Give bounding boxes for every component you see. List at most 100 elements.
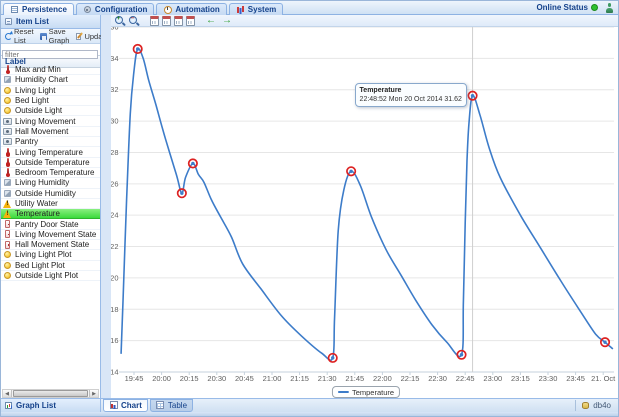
graph-list-panel-header[interactable]: Graph List bbox=[1, 398, 101, 412]
list-item-temperature[interactable]: Temperature bbox=[1, 209, 100, 219]
item-label: Bedroom Temperature bbox=[15, 168, 94, 177]
bulb-icon bbox=[3, 261, 12, 270]
list-item-bed-light[interactable]: Bed Light bbox=[1, 96, 100, 106]
y-axis-tick-label: 24 bbox=[111, 211, 119, 220]
panel-splitter[interactable] bbox=[101, 15, 111, 398]
horizontal-scrollbar[interactable]: ◀ ▶ bbox=[2, 389, 99, 398]
list-item-max-and-min[interactable]: Max and Min bbox=[1, 65, 100, 75]
item-label: Temperature bbox=[15, 209, 60, 218]
y-axis-tick-label: 22 bbox=[111, 242, 119, 251]
x-axis-tick-label: 21:15 bbox=[290, 374, 309, 383]
item-label: Outside Light bbox=[15, 106, 62, 115]
list-item-hall-movement-state[interactable]: Hall Movement State bbox=[1, 240, 100, 250]
item-label: Humidity Chart bbox=[15, 75, 68, 84]
list-item-living-movement-state[interactable]: Living Movement State bbox=[1, 230, 100, 240]
data-point-marker[interactable] bbox=[180, 192, 183, 195]
list-item-pantry[interactable]: Pantry bbox=[1, 137, 100, 147]
bottom-tab-table[interactable]: Table bbox=[150, 399, 193, 412]
list-item-living-temperature[interactable]: Living Temperature bbox=[1, 147, 100, 157]
item-label: Pantry Door State bbox=[15, 220, 79, 229]
tab-label: Persistence bbox=[22, 5, 67, 14]
motion-icon bbox=[3, 127, 12, 136]
list-item-living-humidity[interactable]: Living Humidity bbox=[1, 178, 100, 188]
x-axis-tick-label: 21:30 bbox=[318, 374, 337, 383]
calendar-month-icon[interactable] bbox=[173, 15, 183, 27]
data-point-marker[interactable] bbox=[331, 356, 334, 359]
tab-persistence[interactable]: Persistence bbox=[3, 3, 74, 16]
item-label: Max and Min bbox=[15, 65, 61, 74]
automation-icon bbox=[163, 5, 172, 14]
x-axis-tick-label: 23:15 bbox=[511, 374, 530, 383]
item-label: Living Light Plot bbox=[15, 250, 71, 259]
thermometer-icon bbox=[3, 168, 12, 177]
pan-left-icon[interactable]: ← bbox=[204, 15, 218, 27]
list-item-humidity-chart[interactable]: Humidity Chart bbox=[1, 75, 100, 85]
thermometer-icon bbox=[3, 148, 12, 157]
item-label: Outside Light Plot bbox=[15, 271, 78, 280]
calendar-week-icon[interactable] bbox=[161, 15, 171, 27]
item-list-icon bbox=[4, 17, 13, 26]
list-item-outside-humidity[interactable]: Outside Humidity bbox=[1, 189, 100, 199]
item-label: Hall Movement bbox=[15, 127, 68, 136]
calendar-day-icon[interactable] bbox=[149, 15, 159, 27]
y-axis-tick-label: 34 bbox=[111, 54, 119, 63]
list-item-pantry-door-state[interactable]: Pantry Door State bbox=[1, 219, 100, 229]
scroll-left-icon[interactable]: ◀ bbox=[3, 390, 12, 397]
bottom-tab-chart[interactable]: Chart bbox=[103, 399, 148, 412]
list-item-living-light-plot[interactable]: Living Light Plot bbox=[1, 250, 100, 260]
table-tab-icon bbox=[156, 401, 165, 410]
tab-label: Automation bbox=[175, 5, 219, 14]
x-axis-tick-label: 23:45 bbox=[566, 374, 585, 383]
bulb-icon bbox=[3, 96, 12, 105]
zoom-out-icon[interactable]: − bbox=[128, 15, 140, 27]
data-point-marker[interactable] bbox=[136, 47, 139, 50]
data-point-marker[interactable] bbox=[191, 162, 194, 165]
bulb-icon bbox=[3, 86, 12, 95]
legend-line-sample bbox=[338, 391, 349, 393]
list-item-outside-light[interactable]: Outside Light bbox=[1, 106, 100, 116]
pan-right-icon[interactable]: → bbox=[220, 15, 234, 27]
bulb-icon bbox=[3, 106, 12, 115]
refresh-icon bbox=[4, 32, 13, 41]
persistence-status: db4o bbox=[575, 400, 616, 411]
chart-legend[interactable]: Temperature bbox=[332, 386, 400, 398]
scroll-right-icon[interactable]: ▶ bbox=[89, 390, 98, 397]
list-item-living-movement[interactable]: Living Movement bbox=[1, 116, 100, 126]
list-item-outside-light-plot[interactable]: Outside Light Plot bbox=[1, 271, 100, 281]
database-label: db4o bbox=[593, 401, 611, 410]
application-window: PersistenceConfigurationAutomationSystem… bbox=[0, 0, 619, 417]
online-status: Online Status bbox=[536, 3, 598, 12]
save-icon bbox=[39, 32, 48, 41]
x-axis-tick-label: 20:00 bbox=[152, 374, 171, 383]
data-point-marker[interactable] bbox=[603, 341, 606, 344]
save-graph-button[interactable]: Save Graph bbox=[37, 26, 72, 46]
list-item-bedroom-temperature[interactable]: Bedroom Temperature bbox=[1, 168, 100, 178]
list-item-bed-light-plot[interactable]: Bed Light Plot bbox=[1, 261, 100, 271]
data-point-marker[interactable] bbox=[471, 94, 474, 97]
data-point-marker[interactable] bbox=[349, 170, 352, 173]
bottom-tab-label: Table bbox=[168, 401, 187, 410]
filter-row bbox=[1, 44, 100, 56]
button-label: Save Graph bbox=[49, 27, 70, 45]
update-icon bbox=[74, 32, 83, 41]
list-item-outside-temperature[interactable]: Outside Temperature bbox=[1, 158, 100, 168]
reset-list-button[interactable]: Reset List bbox=[2, 26, 36, 46]
x-axis-tick-label: 20:30 bbox=[207, 374, 226, 383]
scrollbar-thumb[interactable] bbox=[13, 390, 88, 397]
thermometer-icon bbox=[3, 65, 12, 74]
legend-label: Temperature bbox=[352, 388, 394, 397]
zoom-in-icon[interactable]: + bbox=[114, 15, 126, 27]
list-item-utility-water[interactable]: Utility Water bbox=[1, 199, 100, 209]
x-axis-tick-label: 22:45 bbox=[456, 374, 475, 383]
list-item-living-light[interactable]: Living Light bbox=[1, 86, 100, 96]
data-point-marker[interactable] bbox=[460, 353, 463, 356]
item-label: Living Temperature bbox=[15, 148, 83, 157]
list-item-hall-movement[interactable]: Hall Movement bbox=[1, 127, 100, 137]
user-icon[interactable] bbox=[604, 3, 614, 13]
y-axis-tick-label: 26 bbox=[111, 179, 119, 188]
calendar-year-icon[interactable] bbox=[185, 15, 195, 27]
x-axis-tick-label: 20:15 bbox=[180, 374, 199, 383]
humidity-icon bbox=[3, 178, 12, 187]
x-axis-tick-label: 20:45 bbox=[235, 374, 254, 383]
tab-system[interactable]: System bbox=[229, 3, 283, 16]
